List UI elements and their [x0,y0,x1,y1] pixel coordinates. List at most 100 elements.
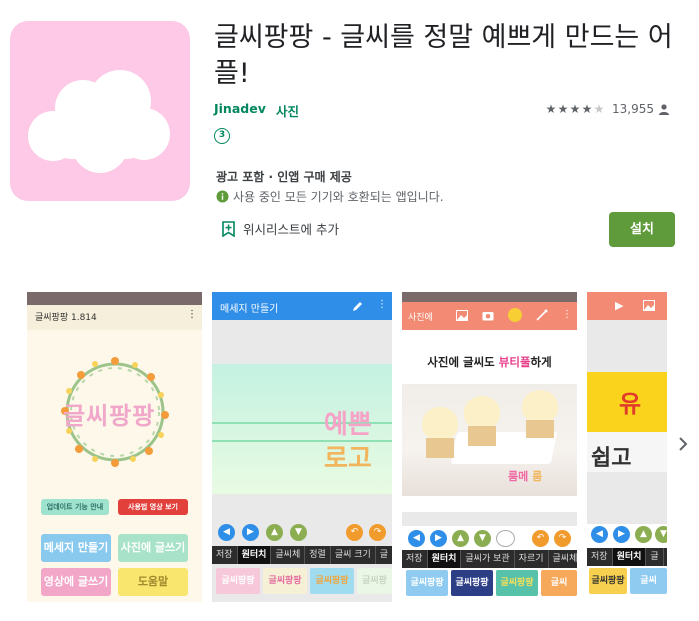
tab-one-touch[interactable]: 원터치 [237,546,272,564]
tool-tabs: 저장 원터치 글씨체 정렬 글씨 크기 글 [212,546,392,564]
image-icon[interactable] [643,300,655,311]
arrow-left-icon[interactable]: ◀ [218,524,235,541]
ads-note: 광고 포함 · 인앱 구매 제공 [216,170,352,184]
update-info-button[interactable]: 업데이트 기능 안내 [41,499,109,515]
star-icon: ★ [557,102,569,116]
style-sample[interactable]: 글씨팡팡 [496,570,538,596]
screenshot-3[interactable]: 사진에 ⋮ 사진에 글씨도 뷰티풀하게 룸메 룸 ◀ ▶ ▲ ▼ ↶ ↷ 저장 … [402,292,577,602]
undo-icon[interactable]: ↶ [532,530,549,547]
developer-link[interactable]: Jinadev [214,101,266,116]
image-icon[interactable] [456,310,468,321]
arrow-left-icon[interactable]: ◀ [408,530,425,547]
age-rating-badge[interactable]: 3 [214,128,230,144]
style-sample[interactable]: 글씨 [630,568,667,594]
chevron-right-icon[interactable] [678,436,688,452]
screenshot-4[interactable]: ▶ 유 쉽고 ◀ ▶ ▲ ▼ 저장 원터치 글 글씨팡팡 글씨 [587,292,667,602]
tab-save[interactable]: 저장 [212,546,238,564]
gray-band [402,512,577,526]
app-bar-title: 글씨팡팡 1.814 [35,313,97,323]
tab-more[interactable]: 글 [376,546,392,564]
app-icon [10,21,190,201]
photo-text: 룸메 룸 [508,468,542,484]
write-on-photo-button[interactable]: 사진에 글쓰기 [118,534,188,562]
tab-font[interactable]: 글씨체 [549,550,577,568]
arrow-down-icon[interactable]: ▼ [655,526,667,543]
tab-more[interactable]: 글 [646,548,664,566]
tab-text-storage[interactable]: 글씨가 보관 [461,550,515,568]
menu-icon[interactable]: ⋮ [187,309,197,320]
screenshot-1[interactable]: 글씨팡팡 1.814 ⋮ 글씨팡팡 업데이트 기능 안내 사용법 영상 보기 메… [27,292,202,602]
arrow-up-icon[interactable]: ▲ [635,526,652,543]
tool-tabs: 저장 원터치 글씨가 보관 자르기 글씨체 [402,550,577,568]
arrow-down-icon[interactable]: ▼ [290,524,307,541]
write-on-video-button[interactable]: 영상에 글쓰기 [41,568,111,596]
app-bar [587,292,667,320]
video-text-top: 유 [619,390,642,418]
arrow-up-icon[interactable]: ▲ [452,530,469,547]
video-text-bottom: 쉽고 [591,446,632,471]
style-sample[interactable]: 글씨팡팡 [406,570,448,596]
arrow-up-icon[interactable]: ▲ [266,524,283,541]
tab-one-touch[interactable]: 원터치 [612,548,647,566]
style-sample[interactable]: 글씨팡팡 [310,568,354,594]
cupcake-shape [522,390,558,422]
arrow-left-icon[interactable]: ◀ [591,526,608,543]
cupcake-shape [468,426,496,446]
compat-text: 사용 중인 모든 기기와 호환되는 앱입니다. [233,190,444,204]
arrow-right-icon[interactable]: ▶ [430,530,447,547]
redo-icon[interactable]: ↷ [369,524,386,541]
gray-band [587,472,667,524]
pencil-icon[interactable] [352,300,364,312]
emoji-icon[interactable] [508,308,522,322]
style-sample[interactable]: 글씨팡 [357,568,392,594]
arrow-down-icon[interactable]: ▼ [474,530,491,547]
tab-one-touch[interactable]: 원터치 [427,550,462,568]
cupcake-shape [422,407,458,439]
screenshot-2[interactable]: 메세지 만들기 ⋮ 예쁜 로고 ◀ ▶ ▲ ▼ ↶ ↷ 저장 원터치 글씨체 정… [212,292,392,602]
menu-icon[interactable]: ⋮ [377,299,387,310]
style-sample[interactable]: 글씨팡팡 [216,568,260,594]
headline-part-c: 하게 [530,355,552,369]
cupcake-shape [426,438,454,458]
logo-text: 글씨팡팡 [63,402,156,430]
style-sample[interactable]: 글씨 [541,570,577,596]
comment-icon[interactable] [496,530,515,547]
arrow-right-icon[interactable]: ▶ [242,524,259,541]
star-icon: ★ [545,102,557,116]
menu-icon[interactable]: ⋮ [562,309,572,320]
app-title: 글씨팡팡 - 글씨를 정말 예쁘게 만드는 어플! [214,22,673,89]
tab-crop[interactable]: 자르기 [515,550,549,568]
style-sample[interactable]: 글씨팡팡 [589,568,627,594]
make-message-button[interactable]: 메세지 만들기 [41,534,111,562]
star-empty-icon: ★ [593,102,605,116]
play-icon[interactable]: ▶ [615,299,623,312]
tab-font[interactable]: 글씨체 [271,546,306,564]
status-bar [402,292,577,302]
rating: ★ ★ ★ ★ ★ 13,955 [545,100,669,118]
style-sample[interactable]: 글씨팡팡 [451,570,493,596]
tab-save[interactable]: 저장 [587,548,613,566]
help-button[interactable]: 도움말 [118,568,188,596]
wishlist-button[interactable]: 위시리스트에 추가 [222,219,339,238]
style-sample[interactable]: 글씨팡팡 [263,568,307,594]
app-bar-title: 메세지 만들기 [220,304,279,315]
wishlist-label: 위시리스트에 추가 [243,222,339,237]
tab-save[interactable]: 저장 [402,550,428,568]
bookmark-add-icon [222,220,235,237]
install-button[interactable]: 설치 [609,212,675,247]
video-guide-button[interactable]: 사용법 영상 보기 [118,499,188,515]
arrow-right-icon[interactable]: ▶ [613,526,630,543]
redo-icon[interactable]: ↷ [554,530,571,547]
undo-icon[interactable]: ↶ [346,524,363,541]
category-link[interactable]: 사진 [276,101,299,120]
tab-font-size[interactable]: 글씨 크기 [331,546,376,564]
cloud-icon [28,70,170,173]
headline: 사진에 글씨도 뷰티풀하게 [402,354,577,370]
compat-row: 사용 중인 모든 기기와 호환되는 앱입니다. [216,188,444,205]
cupcake-shape [526,420,554,438]
person-icon [659,103,669,115]
tab-align[interactable]: 정렬 [305,546,331,564]
camera-icon[interactable] [482,310,494,321]
magic-wand-icon[interactable] [536,309,548,321]
cupcake-shape [464,396,500,428]
